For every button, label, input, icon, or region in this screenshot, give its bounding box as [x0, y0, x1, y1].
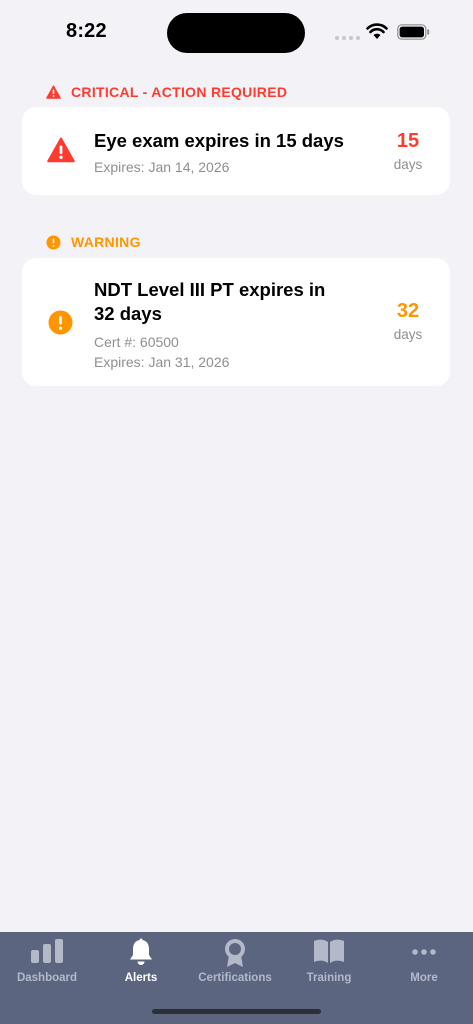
tab-label: More [410, 972, 438, 984]
tab-dashboard[interactable]: Dashboard [0, 932, 94, 992]
bell-icon [130, 938, 152, 965]
alert-expiry-date: Expires: Jan 31, 2026 [94, 354, 230, 370]
alert-title: NDT Level III PT expires in 32 days [94, 279, 326, 324]
cellular-signal-icon [335, 36, 360, 40]
wifi-icon [366, 23, 388, 39]
critical-section-header: CRITICAL - ACTION REQUIRED [46, 84, 287, 100]
days-remaining-unit: days [393, 157, 423, 172]
book-icon [314, 939, 344, 963]
status-time: 8:22 [66, 20, 107, 42]
battery-icon [397, 24, 430, 40]
tab-label: Dashboard [16, 972, 78, 984]
more-dots-icon [412, 949, 436, 955]
status-bar: 8:22 [0, 0, 473, 60]
tab-more[interactable]: More [377, 932, 471, 992]
exclamation-circle-icon [46, 235, 61, 249]
tab-label: Training [306, 972, 352, 984]
critical-section-title: CRITICAL - ACTION REQUIRED [71, 84, 288, 100]
tab-label: Alerts [124, 972, 158, 984]
bar-chart-icon [31, 939, 63, 963]
warning-section-title: WARNING [71, 234, 141, 250]
home-indicator[interactable] [152, 1009, 321, 1014]
days-remaining: 15 days [388, 129, 428, 172]
alert-title: Eye exam expires in 15 days [94, 130, 344, 151]
exclamation-circle-icon [48, 310, 73, 335]
tab-label: Certifications [198, 972, 272, 984]
warning-triangle-icon [47, 137, 75, 163]
tab-training[interactable]: Training [282, 932, 376, 992]
days-remaining-value: 15 [396, 130, 420, 152]
tab-certifications[interactable]: Certifications [188, 932, 282, 992]
warning-triangle-icon [46, 85, 61, 99]
alert-cert-number: Cert #: 60500 [94, 334, 179, 350]
warning-alert-card[interactable]: NDT Level III PT expires in 32 days Cert… [22, 258, 450, 386]
critical-alert-card[interactable]: Eye exam expires in 15 days Expires: Jan… [22, 107, 450, 195]
days-remaining-value: 32 [396, 300, 420, 322]
days-remaining-unit: days [393, 327, 423, 342]
alert-expiry-date: Expires: Jan 14, 2026 [94, 159, 230, 175]
dynamic-island [167, 13, 305, 53]
warning-section-header: WARNING [46, 234, 141, 250]
award-ribbon-icon [225, 939, 245, 967]
tab-alerts[interactable]: Alerts [94, 932, 188, 992]
days-remaining: 32 days [388, 299, 428, 342]
